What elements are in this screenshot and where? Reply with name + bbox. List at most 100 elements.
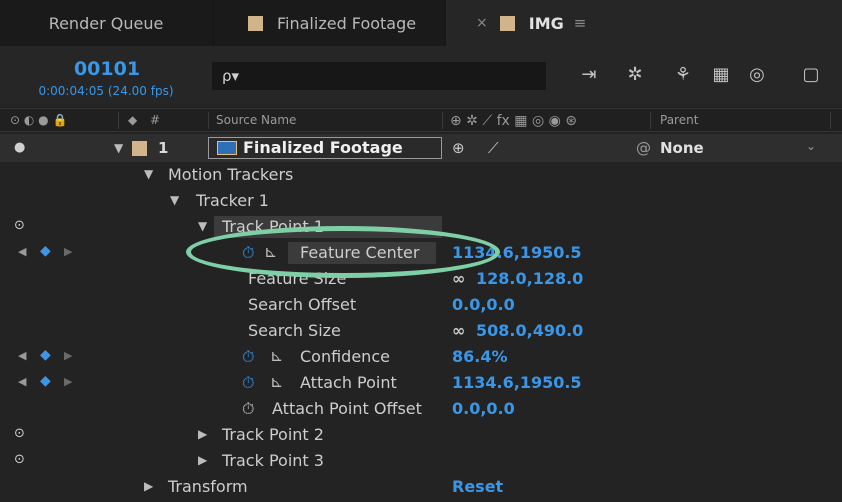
label-color-swatch — [499, 15, 515, 31]
layer-row[interactable]: ● ▼ 1 Finalized Footage ⊕ ⟋ @ None ⌄ — [0, 134, 842, 162]
constrain-proportions-icon[interactable]: ∞ — [452, 321, 465, 340]
next-keyframe-icon[interactable]: ▶ — [64, 349, 72, 362]
motion-blur-icon[interactable]: ◎ — [746, 64, 768, 86]
expand-triangle-icon[interactable]: ▼ — [144, 167, 153, 181]
previous-keyframe-icon[interactable]: ◀ — [18, 375, 26, 388]
attach-point-label: Attach Point — [300, 373, 397, 392]
attach-point-offset-value[interactable]: 0.0,0.0 — [452, 399, 515, 418]
previous-keyframe-icon[interactable]: ◀ — [18, 245, 26, 258]
tab-bar: Render Queue Finalized Footage × IMG ≡ — [0, 0, 842, 46]
composition-toolbar: 00101 0:00:04:05 (24.00 fps) ρ▾ ⇥ ✲ ⚘ ▦ … — [0, 46, 842, 104]
column-number-header: # — [150, 113, 161, 127]
tree-row-search-size[interactable]: Search Size ∞ 508.0,490.0 — [0, 318, 842, 344]
visibility-eye-icon[interactable]: ⊙ — [14, 426, 25, 441]
collapse-triangle-icon[interactable]: ▶ — [198, 453, 207, 467]
expand-triangle-icon[interactable]: ▼ — [198, 219, 207, 233]
panel-menu-icon[interactable]: ≡ — [574, 14, 587, 32]
column-source-name[interactable]: Source Name — [216, 113, 296, 127]
graph-icon[interactable]: ⊾ — [270, 372, 283, 391]
visibility-eye-icon[interactable]: ⊙ — [14, 452, 25, 467]
pick-whip-icon[interactable]: @ — [636, 139, 651, 157]
column-divider — [208, 112, 209, 129]
tree-row-search-offset[interactable]: Search Offset 0.0,0.0 — [0, 292, 842, 318]
tree-row-track-point2[interactable]: ⊙ ▶ Track Point 2 — [0, 422, 842, 448]
frame-blending-icon[interactable]: ▦ — [710, 64, 732, 86]
column-divider — [442, 112, 443, 129]
tree-row-track-point3[interactable]: ⊙ ▶ Track Point 3 — [0, 448, 842, 474]
layer-number: 1 — [158, 139, 169, 157]
quality-switch-icon[interactable]: ⟋ — [488, 139, 499, 157]
expand-triangle-icon[interactable]: ▼ — [170, 193, 179, 207]
tree-row-attach-point[interactable]: ◀ ◆ ▶ ⏱ ⊾ Attach Point 1134.6,1950.5 — [0, 370, 842, 396]
timeline-panel: Render Queue Finalized Footage × IMG ≡ 0… — [0, 0, 842, 502]
expand-triangle-icon[interactable]: ▼ — [114, 141, 123, 155]
layer-name-field[interactable]: Finalized Footage — [208, 137, 442, 159]
tree-row-confidence[interactable]: ◀ ◆ ▶ ⏱ ⊾ Confidence 86.4% — [0, 344, 842, 370]
tab-finalized-footage-label: Finalized Footage — [277, 13, 417, 33]
shy-switch-icon[interactable]: ⊕ — [452, 139, 465, 157]
tracker1-label: Tracker 1 — [196, 191, 269, 210]
column-divider — [118, 112, 119, 129]
stopwatch-icon[interactable]: ⏱ — [242, 373, 254, 393]
search-size-label: Search Size — [248, 321, 341, 340]
keyframe-diamond-icon[interactable]: ◆ — [40, 347, 51, 363]
track-point2-label: Track Point 2 — [222, 425, 324, 444]
tree-row-transform[interactable]: ▶ Transform Reset — [0, 474, 842, 500]
next-keyframe-icon[interactable]: ▶ — [64, 245, 72, 258]
tree-row-attach-point-offset[interactable]: ⏱ Attach Point Offset 0.0,0.0 — [0, 396, 842, 422]
next-keyframe-icon[interactable]: ▶ — [64, 375, 72, 388]
shy-layers-icon[interactable]: ⚘ — [672, 64, 694, 86]
tab-render-queue-label: Render Queue — [48, 13, 164, 33]
close-icon[interactable]: × — [476, 15, 488, 31]
footage-thumbnail-icon — [217, 141, 237, 155]
motion-trackers-label: Motion Trackers — [168, 165, 294, 184]
graph-icon[interactable]: ⊾ — [270, 346, 283, 365]
keyframe-diamond-icon[interactable]: ◆ — [40, 373, 51, 389]
search-offset-value[interactable]: 0.0,0.0 — [452, 295, 515, 314]
attach-point-value[interactable]: 1134.6,1950.5 — [452, 373, 582, 392]
track-point3-label: Track Point 3 — [222, 451, 324, 470]
label-column-icon[interactable]: ◆ — [128, 113, 137, 127]
current-time-display[interactable]: 00101 — [12, 58, 202, 80]
transform-reset-link[interactable]: Reset — [452, 477, 503, 496]
chevron-down-icon[interactable]: ⌄ — [806, 139, 816, 153]
column-divider — [650, 112, 651, 129]
tab-img[interactable]: × IMG ≡ — [446, 0, 842, 46]
previous-keyframe-icon[interactable]: ◀ — [18, 349, 26, 362]
layer-label-color[interactable] — [132, 141, 147, 156]
tree-row-motion-trackers[interactable]: ▼ Motion Trackers — [0, 162, 842, 188]
search-size-value[interactable]: 508.0,490.0 — [476, 321, 583, 340]
label-color-swatch — [248, 15, 263, 31]
visibility-eye-icon[interactable]: ⊙ — [14, 218, 25, 233]
feature-size-value[interactable]: 128.0,128.0 — [476, 269, 583, 288]
draft-3d-icon[interactable]: ✲ — [624, 64, 646, 86]
layer-switches-icon[interactable]: ⊕ ✲ ⟋ fx ▦ ◎ ◉ ⊛ — [450, 113, 577, 129]
confidence-value[interactable]: 86.4% — [452, 347, 508, 366]
keyframe-diamond-icon[interactable]: ◆ — [40, 243, 51, 259]
visibility-eye-icon[interactable]: ● — [14, 140, 25, 155]
tab-finalized-footage[interactable]: Finalized Footage — [214, 0, 444, 46]
transform-label: Transform — [168, 477, 248, 496]
stopwatch-icon[interactable]: ⏱ — [242, 399, 254, 419]
column-parent[interactable]: Parent — [660, 113, 698, 127]
search-input[interactable]: ρ▾ — [212, 62, 546, 90]
column-divider — [830, 112, 831, 129]
parent-dropdown[interactable]: None — [660, 139, 704, 157]
attach-point-offset-label: Attach Point Offset — [272, 399, 422, 418]
collapse-triangle-icon[interactable]: ▶ — [198, 427, 207, 441]
tab-img-label: IMG — [528, 13, 564, 33]
highlight-ellipse-annotation — [186, 226, 500, 278]
stopwatch-icon[interactable]: ⏱ — [242, 347, 254, 367]
confidence-label: Confidence — [300, 347, 390, 366]
constrain-proportions-icon[interactable]: ∞ — [452, 269, 465, 288]
layer-name: Finalized Footage — [243, 138, 403, 157]
search-offset-label: Search Offset — [248, 295, 357, 314]
graph-editor-icon[interactable]: ▢ — [800, 64, 822, 86]
tree-row-tracker1[interactable]: ▼ Tracker 1 — [0, 188, 842, 214]
tab-render-queue[interactable]: Render Queue — [0, 0, 212, 46]
time-fps-display: 0:00:04:05 (24.00 fps) — [38, 84, 174, 98]
comp-mini-flowchart-icon[interactable]: ⇥ — [578, 64, 600, 86]
column-header: ⊙ ◐ ● 🔒 ◆ # Source Name ⊕ ✲ ⟋ fx ▦ ◎ ◉ ⊛… — [0, 108, 842, 132]
collapse-triangle-icon[interactable]: ▶ — [144, 479, 153, 493]
av-switches-icon[interactable]: ⊙ ◐ ● 🔒 — [10, 113, 67, 127]
